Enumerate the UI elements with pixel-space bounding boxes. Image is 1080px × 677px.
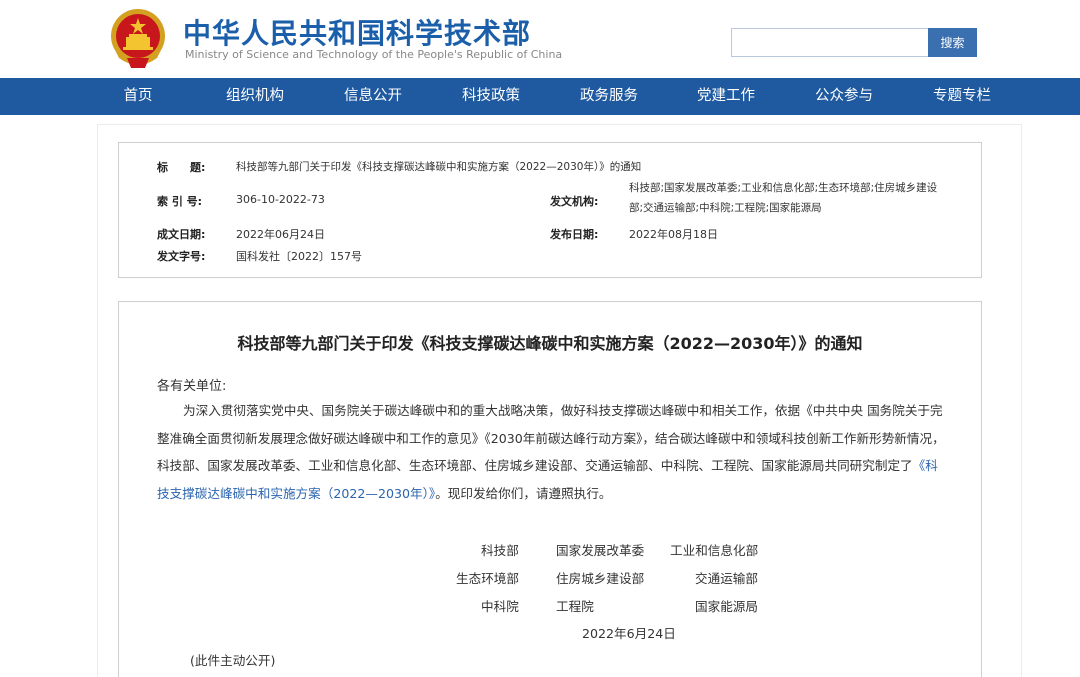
issuer-name: 国家能源局	[695, 599, 758, 614]
main-nav: 首页 组织机构 信息公开 科技政策 政务服务 党建工作 公众参与 专题专栏	[0, 78, 1080, 115]
nav-item-policy[interactable]: 科技政策	[462, 78, 520, 115]
meta-title-value: 科技部等九部门关于印发《科技支撑碳达峰碳中和实施方案（2022—2030年）》的…	[236, 161, 642, 173]
public-note: (此件主动公开)	[190, 653, 276, 668]
site-header: 中华人民共和国科学技术部 Ministry of Science and Tec…	[0, 0, 1080, 78]
meta-written-date-value: 2022年06月24日	[236, 228, 325, 241]
meta-issuer-value: 科技部;国家发展改革委;工业和信息化部;生态环境部;住房城乡建设部;交通运输部;…	[629, 182, 938, 214]
meta-doc-number-label: 发文字号:	[157, 250, 206, 263]
issuer-name: 工业和信息化部	[670, 543, 759, 558]
article-body-text: 为深入贯彻落实党中央、国务院关于碳达峰碳中和的重大战略决策，做好科技支撑碳达峰碳…	[157, 403, 945, 473]
article-date: 2022年6月24日	[582, 626, 676, 641]
issuer-name: 生态环境部	[456, 571, 519, 586]
nav-item-organization[interactable]: 组织机构	[226, 78, 284, 115]
nav-item-info-disclosure[interactable]: 信息公开	[344, 78, 402, 115]
issuer-name: 国家发展改革委	[556, 543, 645, 558]
national-emblem-icon[interactable]	[107, 6, 169, 70]
issuer-name: 科技部	[481, 543, 519, 558]
issuer-name: 交通运输部	[695, 571, 758, 586]
meta-title-label: 标 题:	[157, 161, 206, 174]
article-salutation: 各有关单位:	[157, 379, 227, 394]
issuer-name: 住房城乡建设部	[556, 571, 645, 586]
meta-index-label: 索 引 号:	[157, 195, 203, 208]
meta-issuer-label: 发文机构:	[550, 195, 599, 208]
issuer-name: 工程院	[556, 599, 594, 614]
issuer-name: 中科院	[481, 599, 519, 614]
content-frame-left	[97, 124, 98, 677]
article-body: 为深入贯彻落实党中央、国务院关于碳达峰碳中和的重大战略决策，做好科技支撑碳达峰碳…	[157, 397, 947, 507]
nav-item-services[interactable]: 政务服务	[580, 78, 638, 115]
search-button[interactable]: 搜索	[928, 28, 977, 57]
nav-item-party-building[interactable]: 党建工作	[697, 78, 755, 115]
meta-doc-number-value: 国科发社〔2022〕157号	[236, 250, 362, 263]
article-title: 科技部等九部门关于印发《科技支撑碳达峰碳中和实施方案（2022—2030年）》的…	[237, 334, 863, 353]
site-subtitle: Ministry of Science and Technology of th…	[185, 48, 563, 61]
site-title[interactable]: 中华人民共和国科学技术部	[183, 12, 531, 52]
nav-item-home[interactable]: 首页	[124, 78, 153, 115]
nav-item-special-topics[interactable]: 专题专栏	[933, 78, 991, 115]
content-frame-top	[97, 124, 1022, 125]
meta-published-date-value: 2022年08月18日	[629, 228, 718, 241]
meta-written-date-label: 成文日期:	[157, 228, 206, 241]
meta-index-value: 306-10-2022-73	[236, 193, 325, 206]
article-body-tail: 。现印发给你们，请遵照执行。	[435, 485, 612, 501]
content-frame-right	[1021, 124, 1022, 677]
search-input[interactable]	[731, 28, 929, 57]
meta-published-date-label: 发布日期:	[550, 228, 599, 241]
nav-item-public-participation[interactable]: 公众参与	[815, 78, 873, 115]
